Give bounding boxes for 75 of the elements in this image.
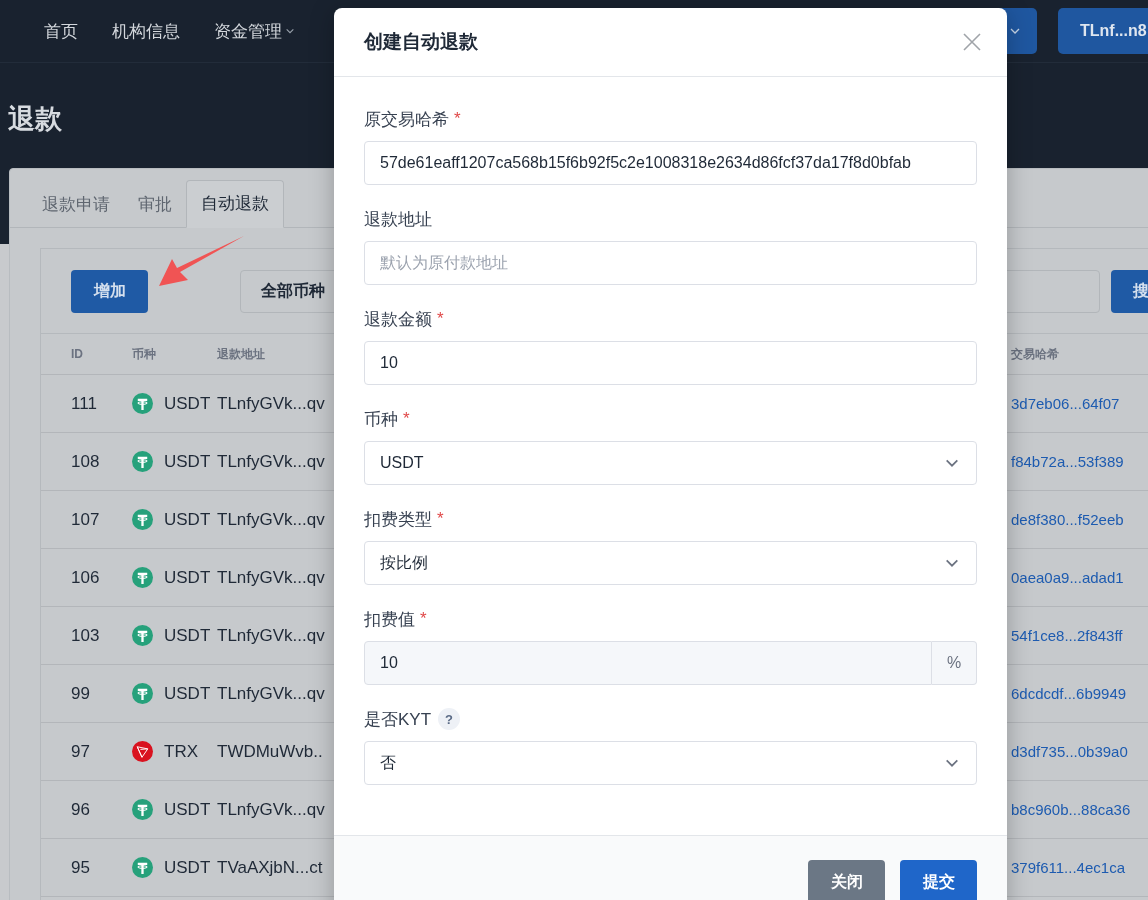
submit-button[interactable]: 提交: [900, 860, 977, 900]
table-cell: USDT: [164, 683, 211, 704]
select-field[interactable]: 按比例: [364, 541, 977, 585]
field-label: 是否KYT: [364, 708, 432, 731]
caret-icon: [285, 26, 295, 36]
nav-link[interactable]: 首页: [24, 19, 92, 43]
table-cell-text: 99: [71, 683, 91, 704]
column-header: 币种: [132, 345, 157, 363]
page-title: 退款: [8, 104, 62, 134]
tab[interactable]: 退款申请: [28, 182, 124, 228]
table-cell-text: TLnfyGVk...qv: [217, 683, 326, 704]
account-button[interactable]: TLnf...n8: [1058, 8, 1148, 54]
unit-addon: %: [932, 641, 977, 685]
help-icon[interactable]: ?: [438, 708, 461, 730]
required-mark: *: [454, 109, 461, 129]
table-cell: USDT: [164, 625, 211, 646]
hash-link[interactable]: 6dcdcdf...6b9949: [1011, 685, 1127, 702]
table-cell-text: 96: [71, 799, 91, 820]
table-cell-text: 108: [71, 451, 101, 472]
tab[interactable]: 自动退款: [186, 180, 284, 228]
hash-link[interactable]: f84b72a...53f389: [1011, 453, 1124, 470]
column-header: 退款地址: [217, 345, 266, 363]
table-cell-text: TLnfyGVk...qv: [217, 451, 326, 472]
hash-link[interactable]: 379f611...4ec1ca: [1011, 859, 1125, 876]
close-button[interactable]: 关闭: [808, 860, 885, 900]
table-cell: USDT: [164, 567, 211, 588]
input-field[interactable]: 10: [364, 341, 977, 385]
dialog-title: 创建自动退款: [364, 30, 478, 54]
add-button[interactable]: 增加: [71, 269, 148, 313]
column-header: ID: [71, 347, 84, 361]
hash-link[interactable]: d3df735...0b39a0: [1011, 743, 1128, 760]
table-cell-text: TLnfyGVk...qv: [217, 625, 326, 646]
select-field[interactable]: 否: [364, 741, 977, 785]
table-cell-text: TLnfyGVk...qv: [217, 393, 326, 414]
required-mark: *: [420, 609, 427, 629]
table-cell-text: TWDMuWvb..: [217, 741, 324, 762]
field-label: 扣费值: [364, 608, 415, 631]
table-cell: USDT: [164, 393, 211, 414]
required-mark: *: [403, 409, 410, 429]
tab[interactable]: 审批: [124, 182, 186, 228]
table-cell-text: 97: [71, 741, 91, 762]
table-cell: USDT: [164, 509, 211, 530]
search-button[interactable]: 搜: [1111, 269, 1148, 313]
table-cell: USDT: [164, 857, 211, 878]
field-label: 原交易哈希: [364, 108, 449, 131]
hash-link[interactable]: de8f380...f52eeb: [1011, 511, 1124, 528]
table-cell-text: TLnfyGVk...qv: [217, 799, 326, 820]
hash-link[interactable]: b8c960b...88ca36: [1011, 801, 1131, 818]
table-cell: TRX: [164, 741, 198, 762]
table-cell-text: TVaAXjbN...ct: [217, 857, 324, 878]
table-cell-text: 107: [71, 509, 101, 530]
hash-link[interactable]: 3d7eb06...64f07: [1011, 395, 1120, 412]
hash-link[interactable]: 54f1ce8...2f843ff: [1011, 627, 1123, 644]
table-cell-text: 103: [71, 625, 101, 646]
table-cell-text: TLnfyGVk...qv: [217, 567, 326, 588]
close-icon[interactable]: [962, 32, 982, 52]
select-field[interactable]: USDT: [364, 441, 977, 485]
nav-link[interactable]: 资金管理: [194, 19, 309, 43]
nav-link[interactable]: 机构信息: [92, 19, 194, 43]
table-cell-text: 106: [71, 567, 101, 588]
hash-link[interactable]: 0aea0a9...adad1: [1011, 569, 1124, 586]
field-label: 退款地址: [364, 208, 432, 231]
required-mark: *: [437, 309, 444, 329]
table-cell: USDT: [164, 451, 211, 472]
input-field[interactable]: 默认为原付款地址: [364, 241, 977, 285]
table-cell-text: 95: [71, 857, 91, 878]
required-mark: *: [437, 509, 444, 529]
input-field[interactable]: 57de61eaff1207ca568b15f6b92f5c2e1008318e2634d86fcf37da17f8d0bfab: [364, 141, 977, 185]
field-label: 币种: [364, 408, 398, 431]
field-label: 退款金额: [364, 308, 432, 331]
table-cell: USDT: [164, 799, 211, 820]
table-cell-text: TLnfyGVk...qv: [217, 509, 326, 530]
field-label: 扣费类型: [364, 508, 432, 531]
table-cell-text: 111: [71, 393, 98, 414]
column-header: 交易哈希: [1011, 345, 1059, 363]
